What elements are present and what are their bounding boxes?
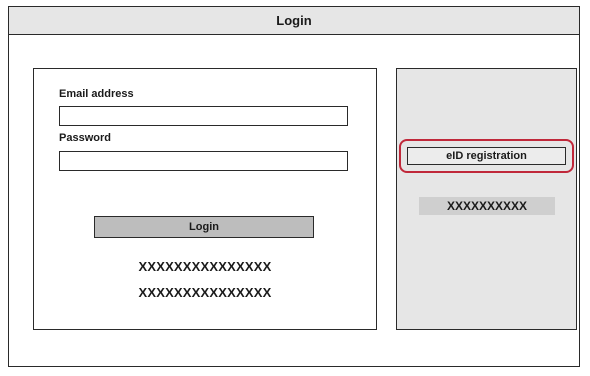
- email-field[interactable]: [59, 106, 348, 126]
- window-title: Login: [9, 7, 579, 35]
- password-label: Password: [59, 132, 111, 144]
- email-label: Email address: [59, 88, 134, 100]
- eid-panel: eID registration XXXXXXXXXX: [396, 68, 577, 330]
- login-button[interactable]: Login: [94, 216, 314, 238]
- masked-text-2: XXXXXXXXXXXXXXX: [138, 285, 272, 300]
- password-field[interactable]: [59, 151, 348, 171]
- login-window: Login Email address Password Login XXXXX…: [8, 6, 580, 367]
- masked-text-1: XXXXXXXXXXXXXXX: [138, 259, 272, 274]
- eid-highlight-frame: eID registration: [399, 139, 574, 173]
- login-form-panel: Email address Password Login XXXXXXXXXXX…: [33, 68, 377, 330]
- eid-masked-text: XXXXXXXXXX: [419, 197, 555, 215]
- eid-registration-button[interactable]: eID registration: [407, 147, 566, 165]
